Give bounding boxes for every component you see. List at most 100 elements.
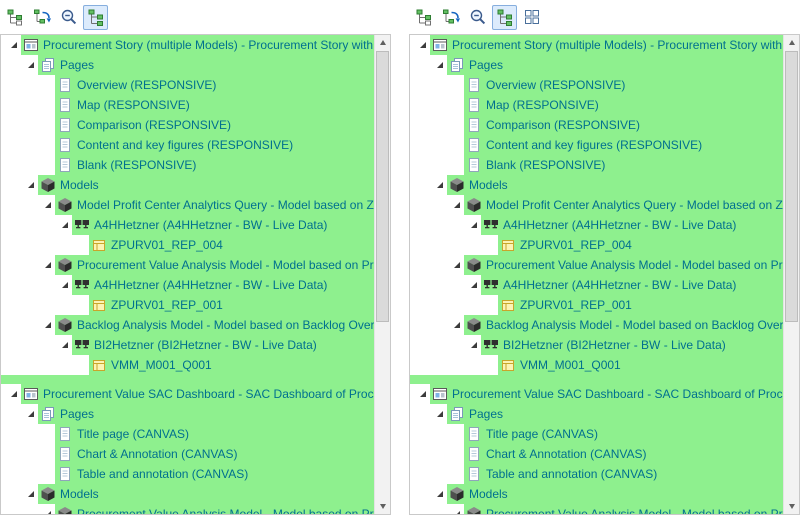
tree-row[interactable]: Model Profit Center Analytics Query - Mo… — [410, 195, 783, 215]
scroll-up-button[interactable] — [784, 35, 799, 50]
tree-row[interactable]: Pages — [410, 404, 783, 424]
scroll-down-button[interactable] — [375, 499, 390, 514]
tree-row[interactable]: Pages — [1, 404, 374, 424]
expanded-arrow-icon[interactable] — [467, 218, 481, 232]
tree-row[interactable]: ZPURV01_REP_004 — [1, 235, 374, 255]
tree-row[interactable]: Procurement Value Analysis Model - Model… — [410, 504, 783, 514]
tree-row[interactable]: Chart & Annotation (CANVAS) — [410, 444, 783, 464]
expanded-arrow-icon[interactable] — [58, 278, 72, 292]
expanded-arrow-icon[interactable] — [7, 38, 21, 52]
indent-spacer — [416, 514, 450, 515]
tree-row[interactable]: Backlog Analysis Model - Model based on … — [410, 315, 783, 335]
tree-row[interactable]: Overview (RESPONSIVE) — [410, 75, 783, 95]
tree-row[interactable]: ZPURV01_REP_001 — [410, 295, 783, 315]
tree-row[interactable]: A4HHetzner (A4HHetzner - BW - Live Data) — [1, 215, 374, 235]
scrollbar-thumb[interactable] — [376, 51, 389, 322]
tree-row[interactable]: Content and key figures (RESPONSIVE) — [1, 135, 374, 155]
tree-row[interactable]: Models — [410, 175, 783, 195]
tree-row[interactable]: Models — [1, 484, 374, 504]
expanded-arrow-icon[interactable] — [433, 487, 447, 501]
tree-row[interactable]: Blank (RESPONSIVE) — [1, 155, 374, 175]
expanded-arrow-icon[interactable] — [24, 58, 38, 72]
tree-row[interactable]: Procurement Story (multiple Models) - Pr… — [410, 35, 783, 55]
tree-row[interactable]: Content and key figures (RESPONSIVE) — [410, 135, 783, 155]
tree-row[interactable]: ZPURV01_REP_004 — [410, 235, 783, 255]
tree-row[interactable]: Model Profit Center Analytics Query - Mo… — [1, 195, 374, 215]
expanded-arrow-icon[interactable] — [433, 178, 447, 192]
row-highlight: Blank (RESPONSIVE) — [55, 155, 374, 175]
hierarchy-button[interactable] — [2, 5, 27, 30]
scrollbar-thumb[interactable] — [785, 51, 798, 322]
expanded-arrow-icon[interactable] — [450, 258, 464, 272]
tile-view-button[interactable] — [519, 5, 544, 30]
expanded-arrow-icon[interactable] — [41, 507, 55, 514]
expanded-arrow-icon[interactable] — [58, 338, 72, 352]
tree-row[interactable]: Title page (CANVAS) — [410, 424, 783, 444]
tree-row[interactable]: Comparison (RESPONSIVE) — [410, 115, 783, 135]
tree-row[interactable]: A4HHetzner (A4HHetzner - BW - Live Data) — [410, 215, 783, 235]
tree-row[interactable]: Procurement Value Analysis Model - Model… — [1, 255, 374, 275]
expanded-arrow-icon[interactable] — [450, 507, 464, 514]
scrollbar-track[interactable] — [784, 50, 799, 499]
tree-row[interactable]: Table and annotation (CANVAS) — [1, 464, 374, 484]
expanded-arrow-icon[interactable] — [416, 387, 430, 401]
tree-row[interactable]: Map (RESPONSIVE) — [1, 95, 374, 115]
expanded-arrow-icon[interactable] — [41, 198, 55, 212]
tree-row[interactable]: Backlog Analysis Model - Model based on … — [1, 315, 374, 335]
hierarchy-button[interactable] — [411, 5, 436, 30]
tree-row[interactable]: Procurement Value SAC Dashboard - SAC Da… — [1, 384, 374, 404]
tree-row[interactable]: BI2Hetzner (BI2Hetzner - BW - Live Data) — [1, 335, 374, 355]
expanded-arrow-icon[interactable] — [24, 407, 38, 421]
tree-row[interactable]: Procurement Value Analysis Model - Model… — [410, 255, 783, 275]
expanded-arrow-icon[interactable] — [41, 318, 55, 332]
tree-row[interactable]: Models — [1, 175, 374, 195]
tree-row[interactable]: Blank (RESPONSIVE) — [410, 155, 783, 175]
expanded-arrow-icon[interactable] — [450, 198, 464, 212]
tree-row[interactable]: A4HHetzner (A4HHetzner - BW - Live Data) — [1, 275, 374, 295]
expanded-arrow-icon[interactable] — [24, 178, 38, 192]
right-scrollbar[interactable] — [783, 35, 799, 514]
tree-row[interactable]: Pages — [1, 55, 374, 75]
tree-row[interactable]: VMM_M001_Q001 — [1, 355, 374, 375]
tree-row[interactable]: Comparison (RESPONSIVE) — [1, 115, 374, 135]
tree-row[interactable]: Chart & Annotation (CANVAS) — [1, 444, 374, 464]
expanded-arrow-icon[interactable] — [467, 338, 481, 352]
expanded-arrow-icon[interactable] — [58, 218, 72, 232]
zoom-out-button[interactable] — [465, 5, 490, 30]
model-icon — [466, 317, 482, 333]
expanded-arrow-icon[interactable] — [416, 38, 430, 52]
expanded-arrow-icon[interactable] — [450, 318, 464, 332]
tree-row[interactable]: Table and annotation (CANVAS) — [410, 464, 783, 484]
tree-row[interactable]: Title page (CANVAS) — [1, 424, 374, 444]
expanded-arrow-icon[interactable] — [467, 278, 481, 292]
expanded-arrow-icon[interactable] — [24, 487, 38, 501]
tree-row[interactable]: BI2Hetzner (BI2Hetzner - BW - Live Data) — [410, 335, 783, 355]
row-highlight: Models — [447, 175, 783, 195]
tree-row[interactable]: ZPURV01_REP_001 — [1, 295, 374, 315]
hierarchy-sync-icon — [442, 8, 460, 26]
tree-row[interactable]: VMM_M001_Q001 — [410, 355, 783, 375]
scroll-up-button[interactable] — [375, 35, 390, 50]
tree-row[interactable]: Procurement Story (multiple Models) - Pr… — [1, 35, 374, 55]
scrollbar-track[interactable] — [375, 50, 390, 499]
tree-row[interactable]: Procurement Value Analysis Model - Model… — [1, 504, 374, 514]
expand-all-button[interactable] — [83, 5, 108, 30]
scroll-down-button[interactable] — [784, 499, 799, 514]
row-highlight: Comparison (RESPONSIVE) — [55, 115, 374, 135]
tree-row[interactable]: Models — [410, 484, 783, 504]
tree-row[interactable]: A4HHetzner (A4HHetzner - BW - Live Data) — [410, 275, 783, 295]
hierarchy-sync-button[interactable] — [438, 5, 463, 30]
tree-row[interactable]: Pages — [410, 55, 783, 75]
tree-row[interactable]: Map (RESPONSIVE) — [410, 95, 783, 115]
hierarchy-sync-button[interactable] — [29, 5, 54, 30]
tree-row[interactable]: Overview (RESPONSIVE) — [1, 75, 374, 95]
expanded-arrow-icon[interactable] — [7, 387, 21, 401]
expanded-arrow-icon[interactable] — [41, 258, 55, 272]
tree-row[interactable]: Procurement Value SAC Dashboard - SAC Da… — [410, 384, 783, 404]
expanded-arrow-icon[interactable] — [433, 407, 447, 421]
left-scrollbar[interactable] — [374, 35, 390, 514]
row-highlight: Pages — [38, 404, 374, 424]
expanded-arrow-icon[interactable] — [433, 58, 447, 72]
expand-all-button[interactable] — [492, 5, 517, 30]
zoom-out-button[interactable] — [56, 5, 81, 30]
